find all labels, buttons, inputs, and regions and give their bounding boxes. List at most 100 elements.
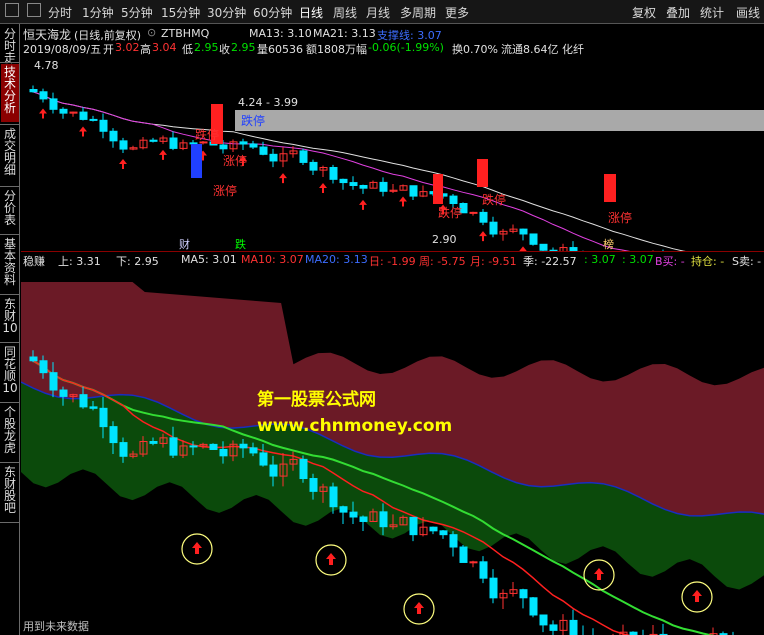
- tab-day[interactable]: 日线: [299, 4, 323, 21]
- tab-month[interactable]: 月线: [366, 4, 390, 21]
- candle-body: [459, 546, 468, 563]
- candle-body: [99, 119, 108, 132]
- sidebar-item-dragon-tiger[interactable]: 个股龙虎: [1, 404, 19, 460]
- buy-arrow-icon: [326, 553, 336, 565]
- candle-body: [449, 534, 458, 548]
- value-1: : 3.07: [584, 253, 616, 266]
- candle-body: [109, 426, 118, 444]
- day-change: 日: -1.99: [369, 255, 416, 268]
- limit-down-label: 跌停: [482, 193, 507, 207]
- draw-button[interactable]: 画线: [736, 4, 760, 21]
- sidebar-item-guba[interactable]: 东财股吧: [1, 464, 19, 520]
- ma21-value: MA21: 3.13: [313, 27, 376, 40]
- candle-body: [49, 98, 58, 110]
- candle-body: [539, 243, 548, 251]
- volume-value: 量60536: [257, 43, 303, 56]
- candle-body: [219, 448, 228, 457]
- sidebar-item-ths10[interactable]: 同花顺10: [1, 344, 19, 400]
- candle-body: [29, 356, 38, 362]
- sidebar-item-profile[interactable]: 基本资料: [1, 236, 19, 292]
- marker-bang: 榜: [603, 238, 614, 251]
- open-label: 开: [103, 43, 114, 56]
- limit-candle: [477, 159, 488, 187]
- candle-body: [309, 161, 318, 171]
- limit-up-label: 涨停: [213, 184, 238, 198]
- change-value: -0.06(-1.99%): [368, 41, 444, 54]
- sidebar-item-trades[interactable]: 成交明细: [1, 126, 19, 184]
- sidebar-item-price-table[interactable]: 分价表: [1, 188, 19, 232]
- tab-1min[interactable]: 1分钟: [82, 4, 114, 21]
- stats-button[interactable]: 统计: [700, 4, 724, 21]
- overlay-button[interactable]: 叠加: [666, 4, 690, 21]
- tab-fenshi[interactable]: 分时: [48, 4, 72, 21]
- candle-body: [299, 458, 308, 480]
- candle-body: [79, 111, 88, 120]
- tab-15min[interactable]: 15分钟: [161, 4, 200, 21]
- buy-signal: B买: -: [655, 255, 685, 268]
- sidebar-item-tech[interactable]: 技术分析: [1, 64, 19, 122]
- sidebar-item-dongcai10[interactable]: 东财10: [1, 296, 19, 340]
- indicator-panel[interactable]: 稳赚 上: 3.31 下: 2.95 MA5: 3.01 MA10: 3.07 …: [21, 252, 764, 635]
- buy-arrow-icon: [39, 108, 47, 119]
- watermark-title: 第一股票公式网: [257, 390, 376, 410]
- open-value: 3.02: [115, 41, 140, 54]
- indicator-code[interactable]: ZTBHMQ: [161, 27, 209, 40]
- buy-arrow-icon: [359, 199, 367, 210]
- indicator-name[interactable]: 稳赚: [23, 253, 45, 269]
- buy-arrow-icon: [279, 173, 287, 184]
- candle-body: [89, 118, 98, 121]
- low-label: 低: [182, 43, 193, 56]
- candle-body: [59, 389, 68, 397]
- candle-body: [469, 211, 478, 214]
- candle-body: [519, 589, 528, 599]
- buy-arrow-icon: [479, 231, 487, 242]
- quote-date: 2019/08/09/五: [23, 43, 102, 56]
- candle-body: [339, 178, 348, 184]
- restore-button[interactable]: 复权: [632, 4, 656, 21]
- tab-multi-period[interactable]: 多周期: [400, 4, 436, 21]
- candle-body: [529, 597, 538, 616]
- high-value: 3.04: [152, 41, 177, 54]
- candle-body: [169, 137, 178, 149]
- buy-arrow-icon: [159, 149, 167, 160]
- candle-body: [529, 233, 538, 245]
- candle-body: [329, 486, 338, 508]
- checkbox-icon[interactable]: [5, 3, 19, 17]
- sidebar-item-fenshi[interactable]: 分时走势: [1, 26, 19, 76]
- left-sidebar: 分时走势 技术分析 成交明细 分价表 基本资料 东财10 同花顺10 个股龙虎 …: [0, 24, 20, 635]
- settings-icon[interactable]: ⊙: [147, 26, 156, 39]
- tab-week[interactable]: 周线: [333, 4, 357, 21]
- more-menu[interactable]: 更多: [445, 4, 469, 21]
- candle-body: [39, 360, 48, 374]
- period-toolbar: 分时 1分钟 5分钟 15分钟 30分钟 60分钟 日线 周线 月线 多周期 更…: [0, 0, 764, 24]
- value-2: : 3.07: [622, 253, 654, 266]
- kline-chart: [29, 85, 764, 251]
- upper-band-value: 上: 3.31: [58, 255, 101, 268]
- future-data-note: 用到未来数据: [23, 620, 89, 633]
- sell-signal: S卖: -: [732, 255, 762, 268]
- candle-body: [49, 372, 58, 391]
- candle-body: [429, 526, 438, 532]
- candle-body: [269, 153, 278, 162]
- candle-body: [339, 506, 348, 513]
- tab-30min[interactable]: 30分钟: [207, 4, 246, 21]
- candle-body: [489, 221, 498, 235]
- buy-arrow-icon: [79, 126, 87, 137]
- candle-body: [379, 181, 388, 192]
- tab-5min[interactable]: 5分钟: [121, 4, 153, 21]
- checkbox-icon[interactable]: [27, 3, 41, 17]
- candle-body: [249, 447, 258, 454]
- candle-body: [569, 619, 578, 635]
- tab-60min[interactable]: 60分钟: [253, 4, 292, 21]
- position-value: 持仓: -: [691, 255, 725, 268]
- change-label: 幅: [356, 43, 367, 56]
- candle-body: [349, 511, 358, 518]
- candle-body: [309, 478, 318, 492]
- candle-body: [209, 443, 218, 450]
- close-label: 收: [219, 43, 230, 56]
- candle-body: [469, 561, 478, 564]
- candle-body: [329, 166, 338, 180]
- kline-panel[interactable]: 恒天海龙 (日线,前复权) ⊙ ZTBHMQ MA13: 3.10 MA21: …: [21, 24, 764, 251]
- turnover-value: 换0.70%: [452, 43, 498, 56]
- buy-arrow-icon: [399, 196, 407, 207]
